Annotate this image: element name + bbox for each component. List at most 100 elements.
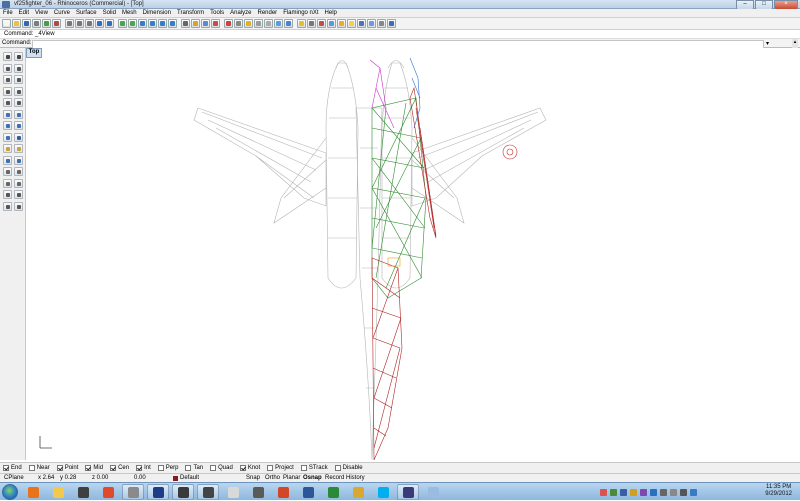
osnap-checkbox[interactable]	[267, 465, 274, 471]
menu-render[interactable]: Render	[255, 9, 281, 17]
powerpoint-icon[interactable]	[272, 484, 294, 500]
osnap-checkbox[interactable]	[56, 465, 63, 471]
planar-toggle[interactable]: Planar	[283, 475, 300, 481]
tray-icon[interactable]	[620, 488, 627, 496]
menu-view[interactable]: View	[32, 9, 51, 17]
rhino-icon[interactable]	[122, 484, 144, 500]
osnap-checkbox[interactable]	[239, 465, 246, 471]
osnap-perp[interactable]: Perp	[157, 465, 178, 471]
bulb-icon[interactable]	[347, 19, 356, 28]
pan-icon[interactable]	[118, 19, 127, 28]
copy-icon[interactable]	[75, 19, 84, 28]
rectangle-icon[interactable]	[14, 86, 23, 96]
document-icon[interactable]	[422, 484, 444, 500]
osnap-int[interactable]: Int	[136, 465, 151, 471]
undo-icon[interactable]	[95, 19, 104, 28]
point-icon[interactable]	[14, 52, 23, 61]
osnap-checkbox[interactable]	[185, 465, 192, 471]
snap-toggle[interactable]: Snap	[246, 475, 260, 481]
object-snap-icon[interactable]	[211, 19, 220, 28]
command-scroll-icon[interactable]: ▴	[792, 39, 798, 48]
skype-icon[interactable]	[372, 484, 394, 500]
text-icon[interactable]	[14, 201, 23, 211]
flamingo-icon[interactable]	[357, 19, 366, 28]
cplane-label[interactable]: CPlane	[4, 475, 24, 481]
mirror-icon[interactable]	[14, 178, 23, 188]
menu-flamingo-nxt[interactable]: Flamingo nXt	[280, 9, 321, 17]
grid-icon[interactable]	[234, 19, 243, 28]
media-player-icon[interactable]	[72, 484, 94, 500]
lock-icon[interactable]	[244, 19, 253, 28]
menu-curve[interactable]: Curve	[51, 9, 73, 17]
select-icon[interactable]	[181, 19, 190, 28]
offset-icon[interactable]	[14, 190, 23, 199]
trim-icon[interactable]	[14, 144, 23, 153]
arc-icon[interactable]	[14, 75, 23, 84]
camera-icon[interactable]	[307, 19, 316, 28]
menu-mesh[interactable]: Mesh	[119, 9, 140, 17]
menu-edit[interactable]: Edit	[16, 9, 32, 17]
render-icon[interactable]	[224, 19, 233, 28]
zoom-selected-icon[interactable]	[168, 19, 177, 28]
dimension-icon[interactable]	[3, 201, 12, 211]
paint-icon[interactable]	[322, 484, 344, 500]
import-icon[interactable]	[42, 19, 51, 28]
redo-icon[interactable]	[105, 19, 114, 28]
shade-icon[interactable]	[254, 19, 263, 28]
options-icon[interactable]	[377, 19, 386, 28]
eye-app-icon[interactable]	[397, 484, 419, 500]
fillet-icon[interactable]	[14, 98, 23, 107]
osnap-strack[interactable]: STrack	[300, 465, 328, 471]
render-view-icon[interactable]	[367, 19, 376, 28]
osnap-checkbox[interactable]	[28, 465, 35, 471]
tray-icon[interactable]	[650, 488, 657, 496]
environment-icon[interactable]	[327, 19, 336, 28]
wireframe-icon[interactable]	[264, 19, 273, 28]
layer-name[interactable]: Default	[180, 475, 199, 481]
osnap-checkbox[interactable]	[110, 465, 117, 471]
menu-analyze[interactable]: Analyze	[227, 9, 254, 17]
curve-icon[interactable]	[14, 63, 23, 73]
cut-icon[interactable]	[65, 19, 74, 28]
tray-icon[interactable]	[640, 488, 647, 496]
osnap-disable[interactable]: Disable	[334, 465, 363, 471]
split-icon[interactable]	[3, 144, 12, 153]
tray-icon[interactable]	[670, 488, 677, 496]
tray-icon[interactable]	[660, 488, 667, 496]
rendered-icon[interactable]	[284, 19, 293, 28]
top-viewport[interactable]: Top	[26, 48, 800, 460]
photoshop-icon[interactable]	[147, 484, 169, 500]
rotate-view-icon[interactable]	[128, 19, 137, 28]
command-dropdown-icon[interactable]: ▾	[766, 40, 769, 47]
osnap-checkbox[interactable]	[210, 465, 217, 471]
tray-icon[interactable]	[610, 488, 617, 496]
osnap-checkbox[interactable]	[136, 465, 143, 471]
osnap-checkbox[interactable]	[300, 465, 307, 471]
select-arrow-icon[interactable]	[3, 52, 12, 61]
zbrush-icon[interactable]	[197, 484, 219, 500]
osnap-checkbox[interactable]	[334, 465, 341, 471]
osnap-checkbox[interactable]	[157, 465, 164, 471]
circle-icon[interactable]	[3, 75, 12, 84]
steam-icon[interactable]	[172, 484, 194, 500]
file-icon[interactable]	[222, 484, 244, 500]
tray-icon[interactable]	[680, 488, 687, 496]
ellipse-icon[interactable]	[3, 86, 12, 96]
menu-dimension[interactable]: Dimension	[140, 9, 174, 17]
menu-transform[interactable]: Transform	[174, 9, 207, 17]
osnap-mid[interactable]: Mid	[85, 465, 103, 471]
extrude-icon[interactable]	[14, 109, 23, 119]
sphere-icon[interactable]	[14, 121, 23, 130]
firefox-icon[interactable]	[22, 484, 44, 500]
menu-help[interactable]: Help	[322, 9, 340, 17]
polygon-icon[interactable]	[3, 98, 12, 107]
material-icon[interactable]	[317, 19, 326, 28]
menu-file[interactable]: File	[0, 9, 16, 17]
tray-icon[interactable]	[600, 488, 607, 496]
record-history-toggle[interactable]: Record History	[325, 475, 365, 481]
box-icon[interactable]	[3, 121, 12, 130]
osnap-end[interactable]: End	[3, 465, 22, 471]
array-icon[interactable]	[3, 190, 12, 199]
start-button[interactable]	[2, 484, 18, 500]
tray-icon[interactable]	[690, 488, 697, 496]
